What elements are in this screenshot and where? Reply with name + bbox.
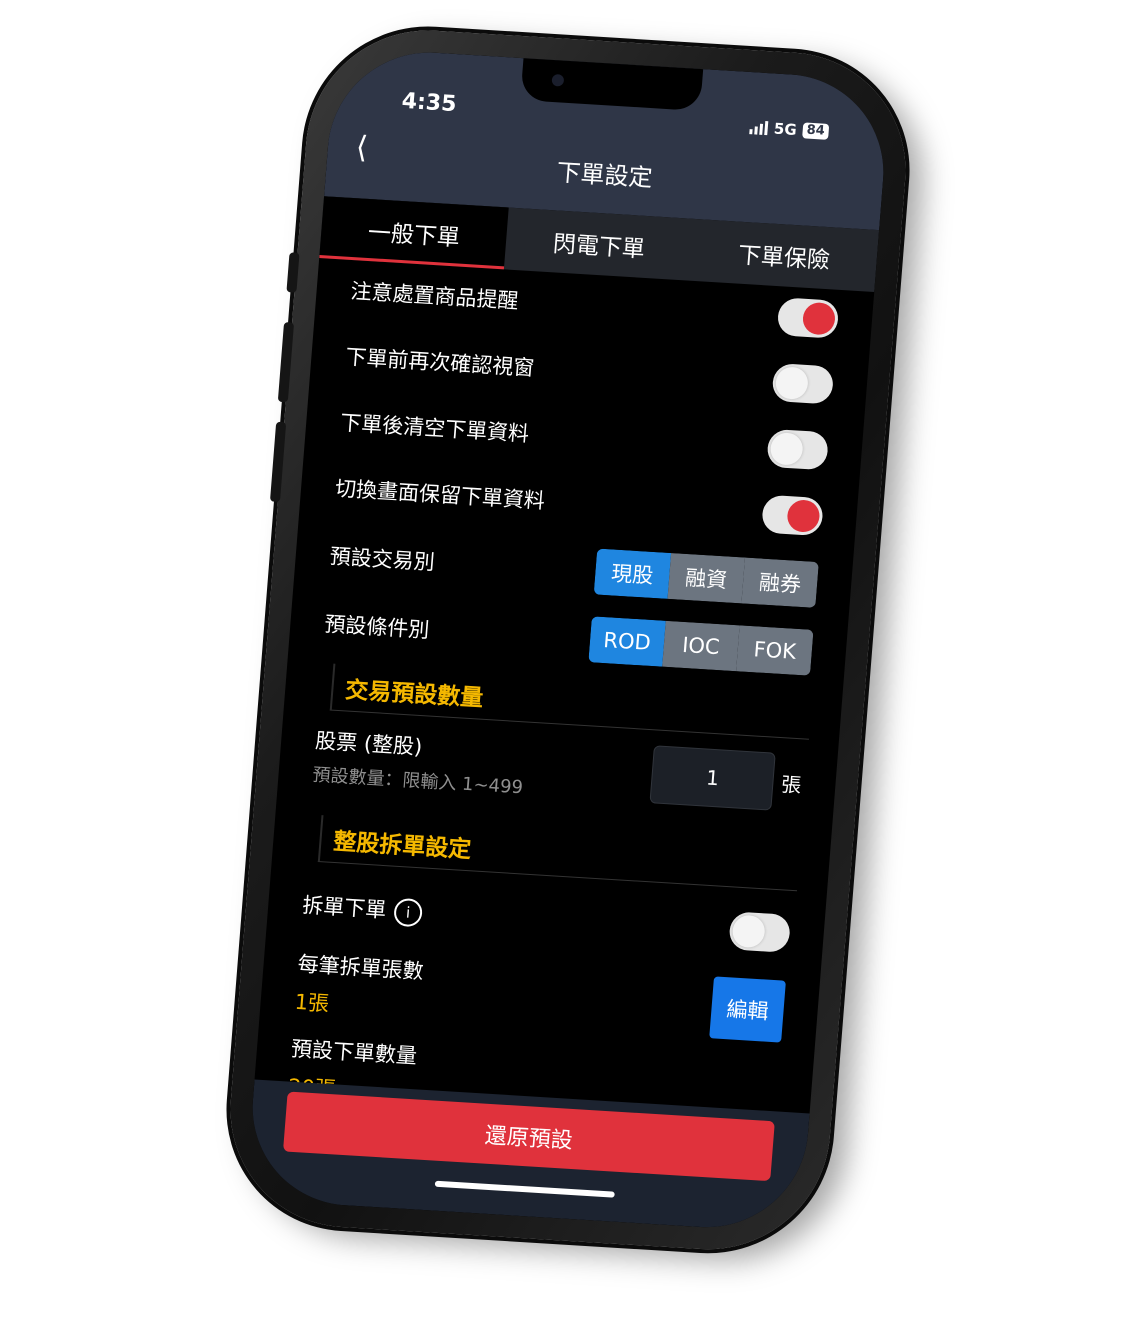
split-label-wrap: 拆單下單 i	[301, 889, 424, 927]
setting-label: 注意處置商品提醒	[349, 279, 520, 314]
condition-fok[interactable]: FOK	[736, 625, 814, 676]
camera-icon	[551, 73, 565, 87]
stock-qty-control: 1 張	[649, 745, 803, 812]
trade-type-cash[interactable]: 現股	[593, 548, 672, 599]
trade-type-segmented: 現股 融資 融券	[593, 548, 819, 608]
stock-qty-unit: 張	[780, 771, 803, 797]
per-split-value: 1張	[293, 989, 331, 1016]
confirm-toggle[interactable]	[771, 363, 835, 405]
screen: 4:35 5G 84 ⟨ 下單設定 一般下單 閃電下單 下單保險 注意處置商品提…	[245, 46, 891, 1234]
clear-toggle[interactable]	[766, 428, 830, 471]
status-time: 4:35	[400, 88, 458, 118]
setting-row-per-split: 每筆拆單張數 1張 編輯	[293, 944, 786, 1050]
notch	[520, 58, 704, 112]
split-label: 拆單下單	[301, 892, 388, 922]
tab-general-order[interactable]: 一般下單	[319, 196, 510, 270]
condition-ioc[interactable]: IOC	[662, 620, 740, 672]
battery-icon: 84	[801, 122, 830, 140]
setting-label: 預設條件別	[323, 612, 431, 643]
per-split-label: 每筆拆單張數	[296, 951, 425, 984]
page-title: 下單設定	[555, 158, 654, 193]
home-indicator[interactable]	[434, 1180, 615, 1198]
setting-label: 切換畫面保留下單資料	[334, 476, 546, 514]
volume-down-button	[269, 421, 287, 503]
setting-label: 預設交易別	[328, 544, 436, 575]
setting-label: 下單前再次確認視窗	[344, 344, 536, 381]
stock-qty-text: 股票 (整股) 預設數量：限輸入 1~499	[312, 725, 527, 800]
status-indicators: 5G 84	[749, 118, 830, 141]
mute-switch	[286, 252, 300, 293]
stock-qty-hint: 預設數量：限輸入 1~499	[311, 764, 524, 799]
network-label: 5G	[773, 119, 798, 139]
phone-mockup: 4:35 5G 84 ⟨ 下單設定 一般下單 閃電下單 下單保險 注意處置商品提…	[0, 0, 1136, 1321]
split-toggle[interactable]	[728, 911, 792, 953]
notice-toggle[interactable]	[776, 297, 840, 339]
phone-frame: 4:35 5G 84 ⟨ 下單設定 一般下單 閃電下單 下單保險 注意處置商品提…	[221, 23, 915, 1257]
stock-qty-input[interactable]: 1	[649, 745, 776, 811]
keep-toggle[interactable]	[761, 494, 824, 537]
tab-lightning-order[interactable]: 閃電下單	[504, 208, 694, 281]
tab-order-insurance[interactable]: 下單保險	[689, 219, 879, 292]
volume-up-button	[277, 321, 295, 403]
trade-type-margin[interactable]: 融資	[667, 553, 746, 604]
per-split-text: 每筆拆單張數 1張	[294, 948, 425, 1023]
edit-button[interactable]: 編輯	[709, 976, 786, 1043]
signal-icon	[749, 120, 769, 136]
stock-qty-label: 股票 (整股)	[314, 728, 424, 760]
trade-type-short[interactable]: 融券	[741, 557, 819, 608]
info-icon[interactable]: i	[393, 897, 424, 927]
setting-label: 下單後清空下單資料	[339, 410, 530, 447]
condition-rod[interactable]: ROD	[588, 616, 666, 667]
condition-segmented: ROD IOC FOK	[588, 616, 814, 676]
setting-row-stock-qty: 股票 (整股) 預設數量：限輸入 1~499 1 張	[311, 725, 804, 825]
default-qty-label: 預設下單數量	[290, 1036, 418, 1069]
